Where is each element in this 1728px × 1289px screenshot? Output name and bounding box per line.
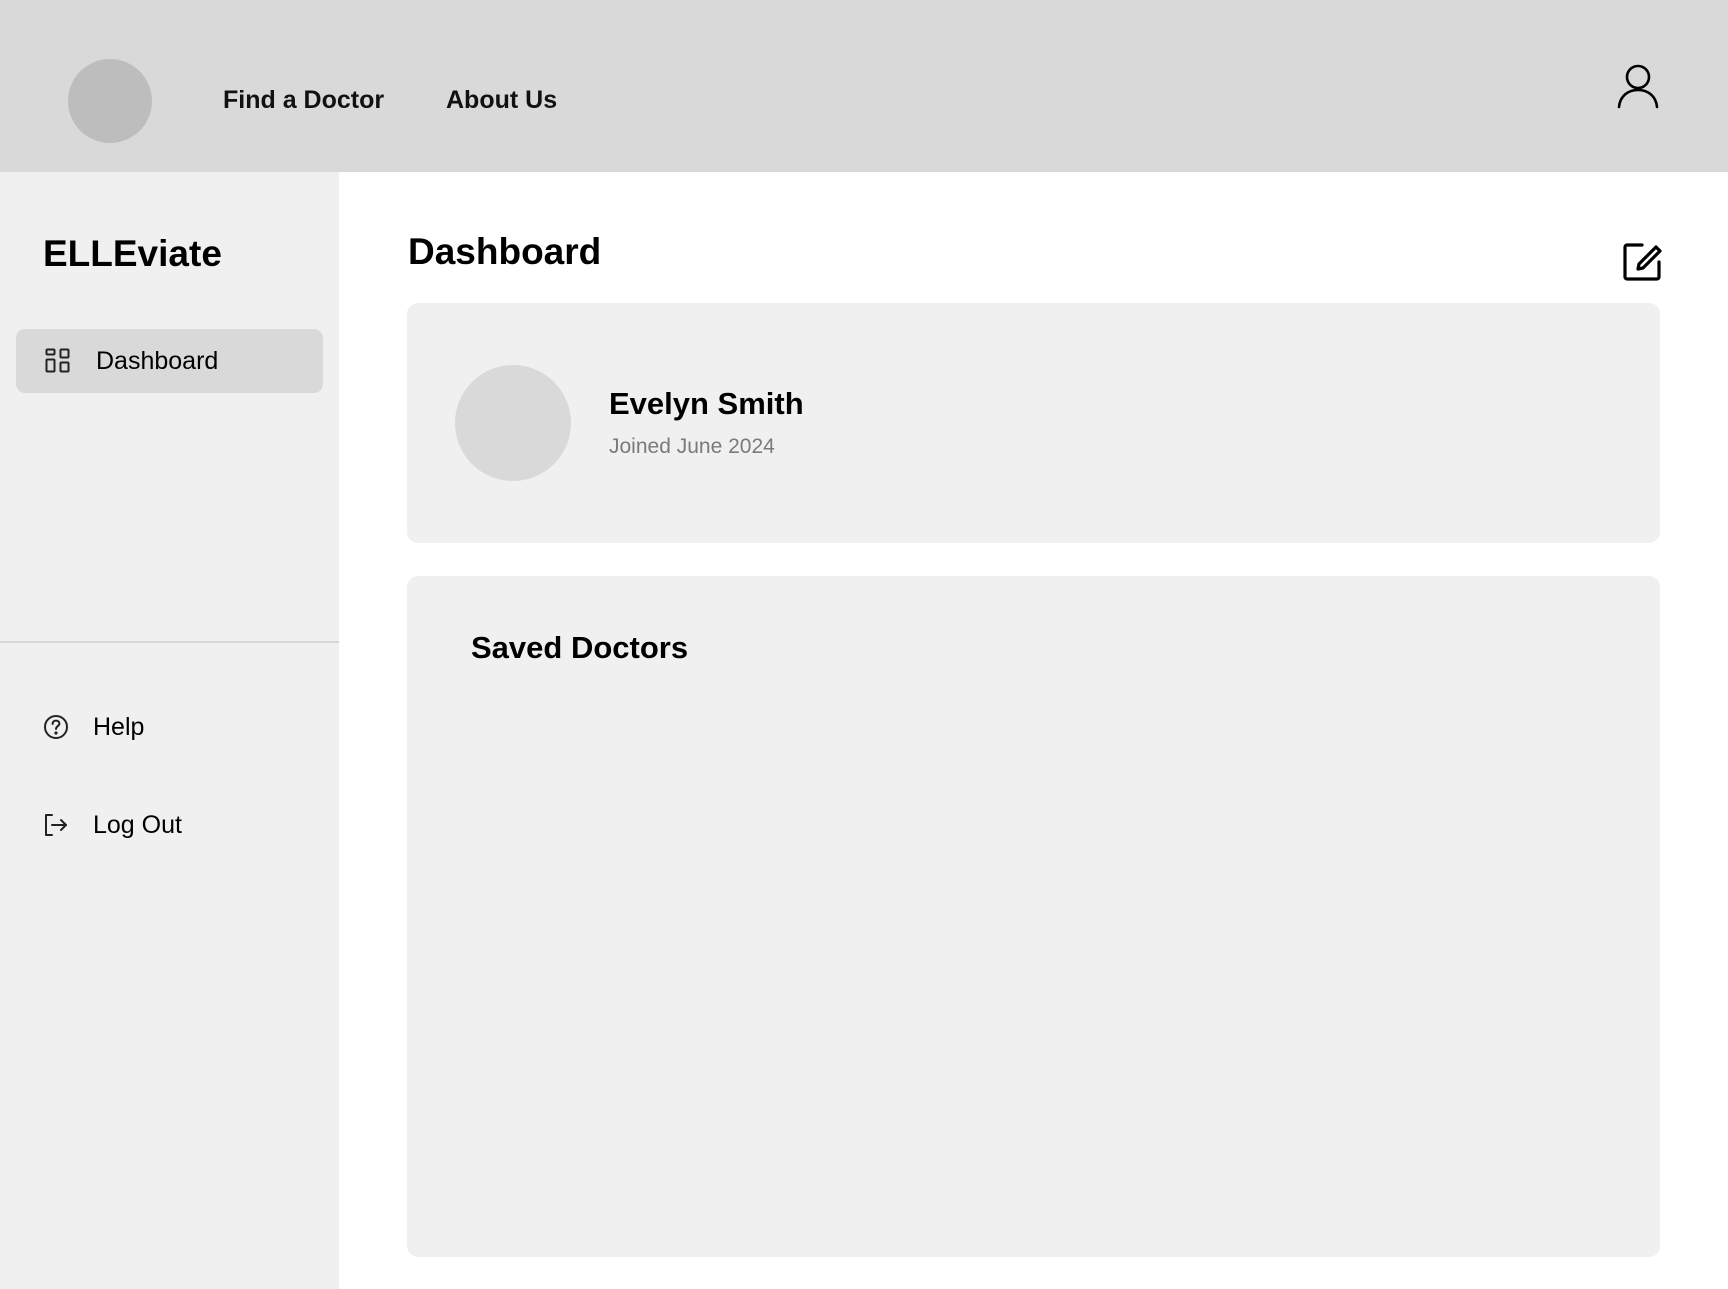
- sidebar-item-label: Dashboard: [96, 347, 219, 375]
- sidebar-item-log-out[interactable]: Log Out: [43, 805, 303, 845]
- user-icon[interactable]: [1614, 62, 1662, 110]
- sidebar-item-help[interactable]: Help: [43, 707, 303, 747]
- profile-joined-date: Joined June 2024: [609, 435, 775, 458]
- sidebar-divider: [0, 641, 339, 643]
- help-circle-icon: [43, 714, 69, 740]
- sidebar-item-label: Help: [93, 713, 145, 741]
- grid-icon: [45, 348, 71, 374]
- logout-icon: [43, 812, 69, 838]
- profile-card: Evelyn Smith Joined June 2024: [407, 303, 1660, 543]
- saved-doctors-card: Saved Doctors: [407, 576, 1660, 1257]
- sidebar-item-label: Log Out: [93, 811, 182, 839]
- sidebar-item-dashboard[interactable]: Dashboard: [16, 329, 323, 393]
- edit-icon[interactable]: [1622, 242, 1662, 282]
- page-title: Dashboard: [408, 231, 602, 272]
- avatar: [455, 365, 571, 481]
- profile-name: Evelyn Smith: [609, 386, 804, 421]
- nav-find-a-doctor[interactable]: Find a Doctor: [223, 85, 384, 115]
- top-navigation-bar: Find a Doctor About Us: [0, 0, 1728, 172]
- brand-name: ELLEviate: [43, 233, 222, 274]
- logo[interactable]: [68, 59, 152, 143]
- sidebar: ELLEviate Dashboard Help Log Out: [0, 172, 339, 1289]
- nav-about-us[interactable]: About Us: [446, 85, 557, 115]
- saved-doctors-title: Saved Doctors: [471, 630, 689, 665]
